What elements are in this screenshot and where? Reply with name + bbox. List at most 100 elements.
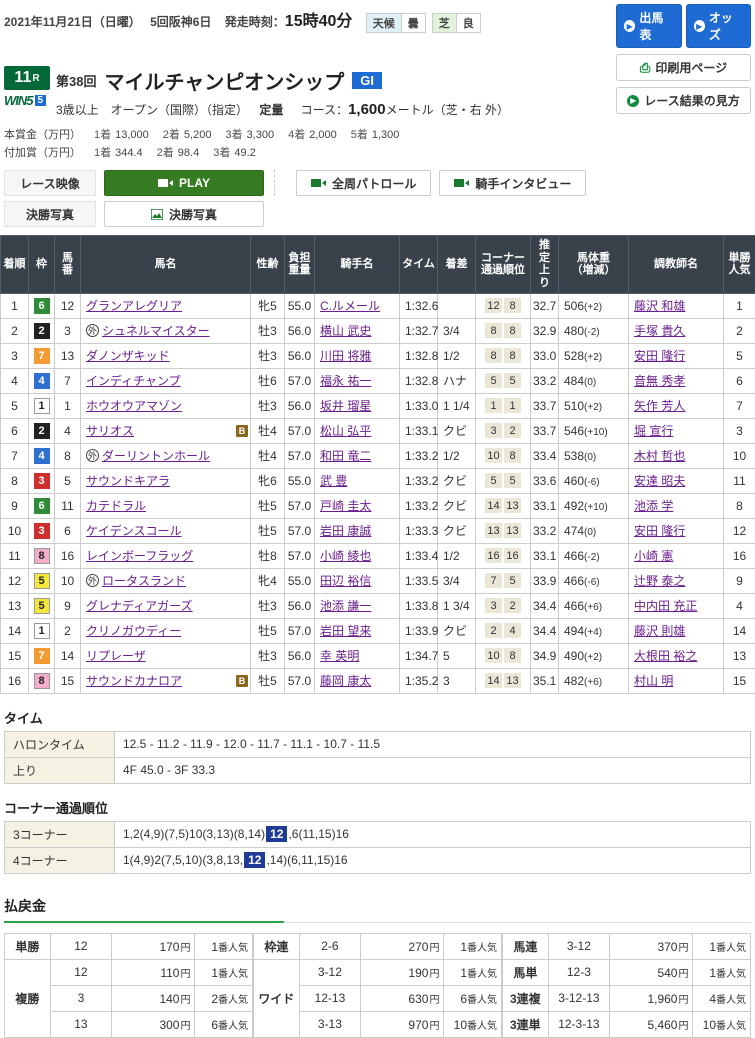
horse-weight-value: 474 <box>564 524 584 538</box>
corner-order-pre: 1(4,9)2(7,5,10)(3,8,13, <box>123 853 243 867</box>
horse-name-link[interactable]: リプレーザ <box>86 649 146 663</box>
jockey-name-link[interactable]: 川田 将雅 <box>320 349 371 363</box>
time-section-title: タイム <box>4 708 751 727</box>
jockey-name-link[interactable]: 武 豊 <box>320 474 347 488</box>
jockey-name-link[interactable]: 岩田 康誠 <box>320 524 371 538</box>
results-column-header: 着順 <box>1 236 29 294</box>
horse-name-link[interactable]: インディチャンプ <box>86 374 181 388</box>
horse-number: 6 <box>55 518 81 543</box>
frame-cell: 4 <box>29 368 55 393</box>
corner-position-box: 1 <box>504 398 521 413</box>
horse-name-link[interactable]: クリノガウディー <box>86 624 181 638</box>
horse-name-link[interactable]: シュネルマイスター <box>102 324 210 338</box>
weather-label: 天候 <box>366 13 401 33</box>
trainer-name-link[interactable]: 辻野 泰之 <box>634 574 685 588</box>
horse-weight: 494(+4) <box>559 618 629 643</box>
corner-position-box: 8 <box>485 323 502 338</box>
jockey-name-link[interactable]: 和田 竜二 <box>320 449 371 463</box>
prize-pair: 2着98.4 <box>157 144 200 160</box>
margin: 3/4 <box>438 568 476 593</box>
carried-weight: 56.0 <box>285 593 315 618</box>
jockey-cell: 岩田 望来 <box>315 618 400 643</box>
trainer-name-link[interactable]: 安達 昭夫 <box>634 474 685 488</box>
play-button[interactable]: PLAY <box>104 170 264 196</box>
horse-name-link[interactable]: サウンドキアラ <box>86 474 170 488</box>
win-favorite-rank: 11 <box>724 468 755 493</box>
frame-cell: 4 <box>29 443 55 468</box>
print-page-button[interactable]: ⎙印刷用ページ <box>616 54 751 81</box>
payout-popularity: 1番人気 <box>444 959 502 985</box>
horse-name-link[interactable]: グレナディアガーズ <box>86 599 193 613</box>
jockey-name-link[interactable]: 藤岡 康太 <box>320 674 371 688</box>
entries-button[interactable]: ▶出馬表 <box>616 4 682 48</box>
horse-name-link[interactable]: ダノンザキッド <box>86 349 170 363</box>
jockey-name-link[interactable]: C.ルメール <box>320 299 380 313</box>
margin <box>438 293 476 318</box>
sex-age: 牡3 <box>251 343 285 368</box>
horse-name-link[interactable]: ホウオウアマゾン <box>86 399 182 413</box>
payout-combination: 13 <box>50 1011 112 1037</box>
horse-name-link[interactable]: ロータスランド <box>102 574 186 588</box>
horse-name-link[interactable]: グランアレグリア <box>86 299 182 313</box>
result-row: 15714リプレーザ牡356.0幸 英明1:34.7510834.9490(+2… <box>1 643 755 668</box>
trainer-name-link[interactable]: 手塚 貴久 <box>634 324 685 338</box>
jockey-name-link[interactable]: 坂井 瑠星 <box>320 399 371 413</box>
trainer-cell: 安達 昭夫 <box>629 468 724 493</box>
horse-name-link[interactable]: ダーリントンホール <box>102 449 210 463</box>
jockey-name-link[interactable]: 田辺 裕信 <box>320 574 371 588</box>
carried-weight: 56.0 <box>285 343 315 368</box>
trainer-name-link[interactable]: 藤沢 和雄 <box>634 299 685 313</box>
jockey-name-link[interactable]: 福永 祐一 <box>320 374 371 388</box>
trainer-name-link[interactable]: 堀 宣行 <box>634 424 673 438</box>
trainer-name-link[interactable]: 藤沢 則雄 <box>634 624 685 638</box>
trainer-name-link[interactable]: 村山 明 <box>634 674 673 688</box>
frame-number-badge: 5 <box>34 573 50 589</box>
payout-row: 複勝12110円1番人気 <box>5 959 253 985</box>
results-guide-button[interactable]: ▶レース結果の見方 <box>616 87 751 114</box>
prize-label: 付加賞（万円） <box>4 144 94 160</box>
horse-name-link[interactable]: サリオス <box>86 424 134 438</box>
trainer-name-link[interactable]: 池添 学 <box>634 499 673 513</box>
horse-weight-change: (0) <box>584 452 596 463</box>
horse-weight: 546(+10) <box>559 418 629 443</box>
result-row: 1036ケイデンスコール牡557.0岩田 康誠1:33.3クビ131333.24… <box>1 518 755 543</box>
trainer-name-link[interactable]: 小崎 憲 <box>634 549 673 563</box>
trainer-name-link[interactable]: 大根田 裕之 <box>634 649 697 663</box>
patrol-video-button[interactable]: 全周パトロール <box>296 170 431 196</box>
trainer-name-link[interactable]: 木村 哲也 <box>634 449 685 463</box>
last-3f: 34.4 <box>531 593 559 618</box>
trainer-name-link[interactable]: 安田 隆行 <box>634 524 685 538</box>
foreign-bred-mark: 外 <box>86 449 99 462</box>
horse-name-link[interactable]: ケイデンスコール <box>86 524 182 538</box>
jockey-name-link[interactable]: 小崎 綾也 <box>320 549 371 563</box>
odds-button[interactable]: ▶オッズ <box>686 4 752 48</box>
jockey-name-link[interactable]: 横山 武史 <box>320 324 371 338</box>
horse-weight: 492(+10) <box>559 493 629 518</box>
jockey-interview-button[interactable]: 騎手インタビュー <box>439 170 586 196</box>
popularity-number: 4 <box>709 992 716 1006</box>
horse-name-link[interactable]: カテドラル <box>86 499 146 513</box>
win5-badge: WIN55 <box>4 93 56 108</box>
prize-amount: 49.2 <box>234 147 255 159</box>
trainer-name-link[interactable]: 中内田 充正 <box>634 599 697 613</box>
amount-value: 370 <box>657 940 677 954</box>
trainer-name-link[interactable]: 矢作 芳人 <box>634 399 685 413</box>
amount-value: 300 <box>159 1018 179 1032</box>
corner-position-box: 2 <box>485 623 502 638</box>
trainer-name-link[interactable]: 安田 隆行 <box>634 349 685 363</box>
jockey-name-link[interactable]: 幸 英明 <box>320 649 359 663</box>
currency-unit: 円 <box>678 943 688 954</box>
jockey-name-link[interactable]: 松山 弘平 <box>320 424 371 438</box>
payout-amount: 970円 <box>361 1011 444 1037</box>
jockey-name-link[interactable]: 池添 謙一 <box>320 599 371 613</box>
horse-weight: 466(-2) <box>559 543 629 568</box>
horse-name-link[interactable]: サウンドカナロア <box>86 674 182 688</box>
horse-weight-change: (-6) <box>584 577 600 588</box>
jockey-name-link[interactable]: 戸崎 圭太 <box>320 499 371 513</box>
jockey-name-link[interactable]: 岩田 望来 <box>320 624 371 638</box>
finish-photo-label: 決勝写真 <box>4 201 96 227</box>
trainer-name-link[interactable]: 音無 秀孝 <box>634 374 685 388</box>
frame-cell: 6 <box>29 493 55 518</box>
horse-name-link[interactable]: レインボーフラッグ <box>86 549 193 563</box>
finish-photo-button[interactable]: 決勝写真 <box>104 201 264 227</box>
